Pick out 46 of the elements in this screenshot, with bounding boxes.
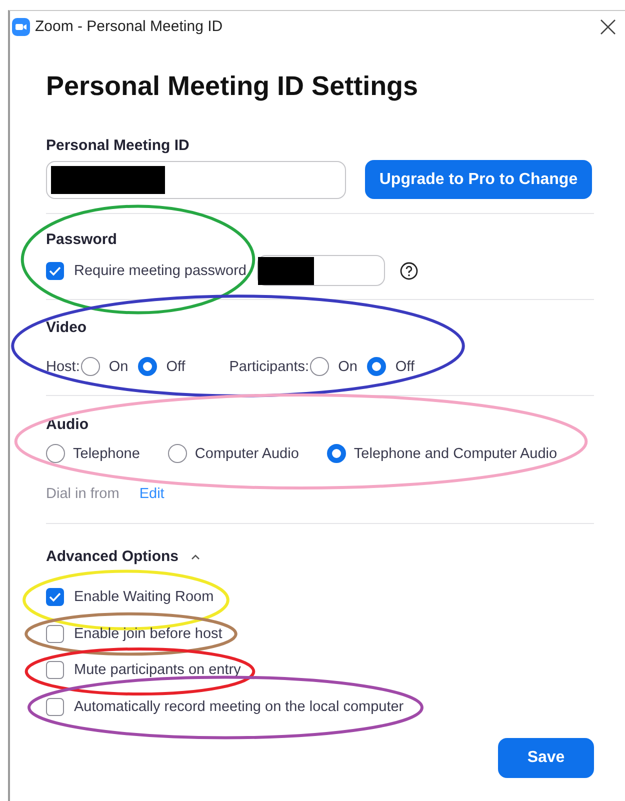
radio-label: Telephone <box>73 446 140 462</box>
radio-button[interactable] <box>138 357 158 376</box>
save-button[interactable]: Save <box>498 738 594 778</box>
upgrade-button[interactable]: Upgrade to Pro to Change <box>365 160 592 199</box>
meeting-id-field[interactable] <box>46 160 346 198</box>
checkbox[interactable] <box>46 262 64 280</box>
section-label: Audio <box>46 416 90 433</box>
checkbox[interactable] <box>46 698 64 716</box>
checkbox[interactable] <box>46 624 64 643</box>
checkbox-label: Automatically record meeting on the local computer <box>74 698 404 715</box>
checkbox-label: Enable join before host <box>74 626 222 642</box>
checkbox-label: Mute participants on entry <box>74 662 241 678</box>
checkbox-label: Require meeting password <box>74 262 246 278</box>
edit-link[interactable]: Edit <box>139 486 164 502</box>
checkbox[interactable] <box>46 588 64 606</box>
radio-label: Telephone and Computer Audio <box>354 446 558 462</box>
section-label: Advanced Options <box>46 548 179 565</box>
help-icon[interactable] <box>400 262 418 280</box>
radio-label: On <box>338 358 358 374</box>
section-label: Video <box>46 319 88 336</box>
camera-icon <box>12 18 30 36</box>
section-label: Password <box>46 231 118 248</box>
radio-button[interactable] <box>168 444 187 463</box>
radio-group-label: Participants: <box>229 358 310 374</box>
radio-button[interactable] <box>310 357 330 376</box>
radio-button[interactable] <box>80 357 100 376</box>
section-label: Personal Meeting ID <box>46 137 190 154</box>
caret-up-icon[interactable] <box>190 554 200 560</box>
password-field[interactable] <box>257 255 386 286</box>
radio-group-label: Host: <box>46 358 80 374</box>
redaction-bar <box>258 256 314 284</box>
check-icon <box>49 592 61 602</box>
radio-button[interactable] <box>46 444 65 463</box>
radio-label: On <box>108 358 128 374</box>
checkbox[interactable] <box>46 661 64 680</box>
radio-label: Off <box>166 358 186 374</box>
dial-in-label: Dial in from <box>46 486 120 502</box>
page-heading: Personal Meeting ID Settings <box>46 71 420 102</box>
radio-label: Off <box>395 358 414 374</box>
radio-label: Computer Audio <box>194 446 299 462</box>
close-button[interactable] <box>599 18 617 36</box>
radio-button[interactable] <box>367 357 386 376</box>
checkbox-label: Enable Waiting Room <box>74 589 214 606</box>
window-title: Zoom - Personal Meeting ID <box>35 18 224 35</box>
check-icon <box>49 266 61 276</box>
radio-button[interactable] <box>326 444 346 463</box>
